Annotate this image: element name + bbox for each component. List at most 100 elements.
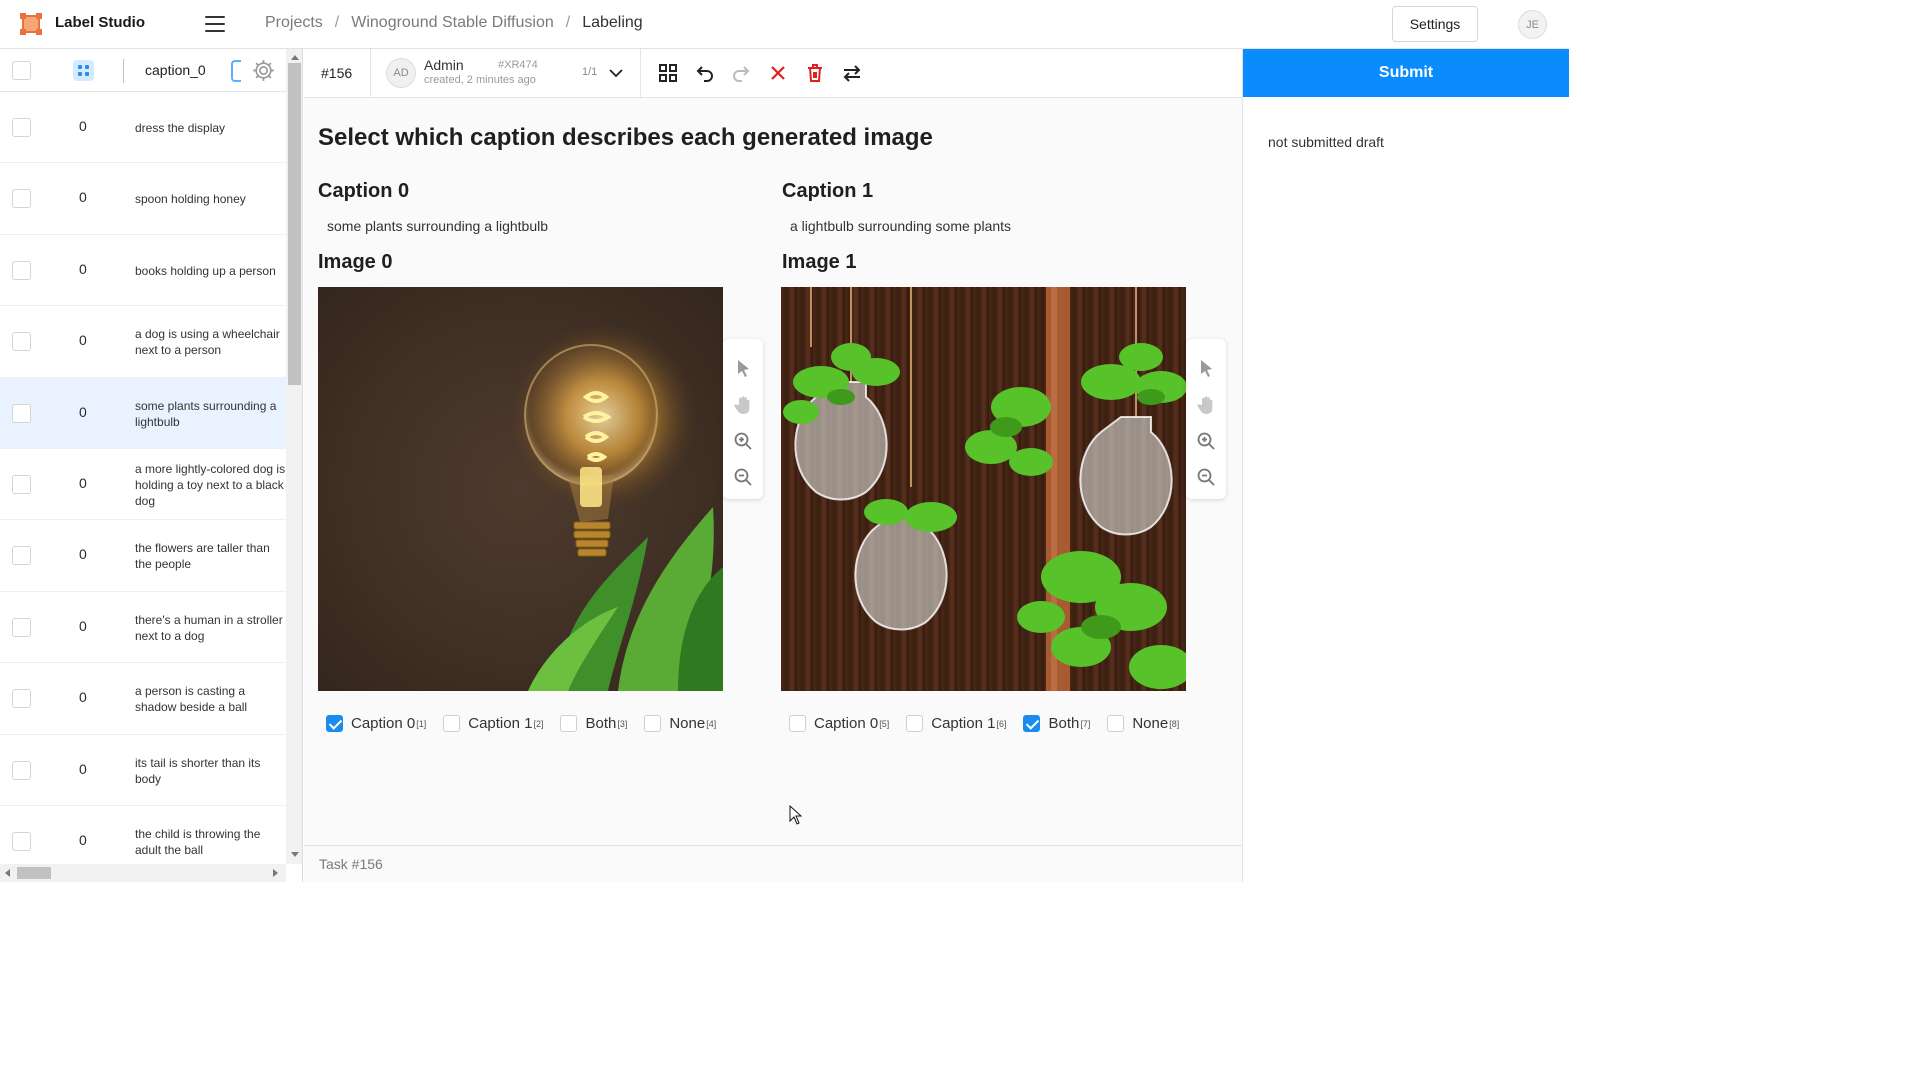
table-row[interactable]: 0 there's a human in a stroller next to a… — [0, 592, 286, 664]
redo-icon[interactable] — [730, 62, 752, 84]
table-row[interactable]: 0 dress the display — [0, 92, 286, 164]
row-checkbox[interactable] — [12, 617, 31, 637]
choice-option[interactable]: Caption 1 [6] — [906, 715, 1006, 732]
scroll-left-arrow-icon[interactable] — [5, 869, 10, 877]
choice-checkbox[interactable] — [326, 715, 343, 732]
zoom-in-icon[interactable] — [1195, 430, 1217, 452]
row-count: 0 — [79, 474, 87, 491]
row-checkbox[interactable] — [12, 831, 31, 851]
choice-checkbox[interactable] — [789, 715, 806, 732]
scrollbar-thumb[interactable] — [17, 867, 51, 879]
select-all-checkbox[interactable] — [12, 61, 31, 80]
choice-label: Caption 0 — [351, 715, 416, 732]
zoom-out-icon[interactable] — [732, 466, 754, 488]
menu-icon[interactable] — [205, 16, 225, 32]
image-1[interactable] — [781, 287, 1186, 691]
row-caption: dress the display — [135, 121, 226, 135]
gear-icon[interactable] — [251, 58, 276, 83]
scroll-right-arrow-icon[interactable] — [273, 869, 278, 877]
row-checkbox[interactable] — [12, 403, 31, 423]
row-count: 0 — [79, 546, 87, 563]
choice-checkbox[interactable] — [1023, 715, 1041, 732]
table-row[interactable]: 0 a person is casting a shadow beside a b… — [0, 663, 286, 735]
choice-option[interactable]: Caption 0 [5] — [789, 715, 889, 732]
image-0-choices: Caption 0 [1] Caption 1 [2] Both [3] None [4] — [326, 715, 733, 732]
table-row[interactable]: 0 the flowers are taller than the people — [0, 520, 286, 592]
chevron-down-icon[interactable] — [608, 65, 624, 81]
submit-button[interactable]: Submit — [1243, 49, 1569, 97]
row-checkbox[interactable] — [12, 260, 31, 280]
row-checkbox[interactable] — [12, 332, 31, 352]
row-checkbox[interactable] — [12, 760, 31, 780]
column-divider — [123, 59, 124, 83]
table-row[interactable]: 0 its tail is shorter than its body — [0, 735, 286, 806]
swap-arrows-icon[interactable] — [841, 62, 863, 84]
horizontal-scrollbar[interactable] — [0, 864, 286, 882]
caption-1-text: a lightbulb surrounding some plants — [790, 218, 1012, 234]
image-1-title: Image 1 — [782, 251, 857, 273]
label-studio-logo-icon[interactable] — [20, 13, 42, 35]
choice-option[interactable]: None [4] — [644, 715, 716, 732]
task-id: #156 — [321, 65, 353, 81]
choice-option[interactable]: Caption 1 [2] — [443, 715, 543, 732]
delete-trash-icon[interactable] — [804, 62, 826, 84]
choice-option[interactable]: Caption 0 [1] — [326, 715, 426, 732]
row-checkbox[interactable] — [12, 689, 31, 709]
vertical-scrollbar[interactable] — [286, 49, 302, 864]
choice-option[interactable]: Both [7] — [1023, 715, 1090, 732]
zoom-in-icon[interactable] — [732, 430, 754, 452]
row-checkbox[interactable] — [12, 118, 31, 137]
column-resize-handle[interactable] — [231, 60, 241, 82]
table-row[interactable]: 0 books holding up a person — [0, 235, 286, 307]
choice-checkbox[interactable] — [906, 715, 924, 732]
table-row[interactable]: 0 some plants surrounding a lightbulb — [0, 377, 286, 449]
image-0[interactable] — [318, 287, 723, 691]
table-row[interactable]: 0 a dog is using a wheelchair next to a p… — [0, 306, 286, 378]
undo-icon[interactable] — [694, 62, 716, 84]
choice-checkbox[interactable] — [644, 715, 662, 732]
choice-hotkey: [2] — [533, 718, 544, 729]
task-heading: Select which caption describes each gene… — [318, 124, 933, 151]
choice-checkbox[interactable] — [1107, 715, 1125, 732]
choice-hotkey: [4] — [706, 718, 717, 729]
choice-label: Both — [1048, 715, 1080, 732]
choice-option[interactable]: Both [3] — [560, 715, 627, 732]
image-1-choices: Caption 0 [5] Caption 1 [6] Both [7] None [8] — [789, 715, 1196, 732]
row-count: 0 — [79, 403, 87, 420]
column-header-caption[interactable]: caption_0 — [145, 62, 206, 78]
user-avatar[interactable]: JE — [1518, 10, 1547, 39]
pan-hand-icon[interactable] — [1195, 394, 1217, 416]
grid-view-icon[interactable] — [657, 62, 679, 84]
zoom-out-icon[interactable] — [1195, 466, 1217, 488]
row-caption: the child is throwing the adult the ball — [135, 826, 261, 857]
row-caption: spoon holding honey — [135, 192, 246, 207]
row-checkbox[interactable] — [12, 189, 31, 209]
scroll-down-arrow-icon[interactable] — [291, 852, 299, 857]
breadcrumb-project[interactable]: Winoground Stable Diffusion — [351, 14, 554, 31]
draft-status: not submitted draft — [1268, 134, 1384, 150]
table-row[interactable]: 0 a more lightly-colored dog is holding a… — [0, 449, 286, 521]
choice-label: None — [669, 715, 706, 732]
pointer-select-icon[interactable] — [732, 357, 754, 379]
pointer-select-icon[interactable] — [1195, 357, 1217, 379]
row-caption: a dog is using a wheelchair next to a pe… — [135, 327, 280, 358]
settings-button[interactable]: Settings — [1392, 6, 1478, 42]
scrollbar-thumb[interactable] — [288, 63, 301, 385]
row-checkbox[interactable] — [12, 546, 31, 566]
scroll-up-arrow-icon[interactable] — [291, 55, 299, 60]
choice-checkbox[interactable] — [443, 715, 461, 732]
pan-hand-icon[interactable] — [732, 394, 754, 416]
breadcrumb-projects[interactable]: Projects — [265, 14, 323, 31]
toolbar-divider — [640, 49, 641, 98]
row-count: 0 — [79, 260, 87, 277]
choice-label: Both — [585, 715, 617, 732]
reset-close-icon[interactable] — [767, 62, 789, 84]
task-id-column-icon[interactable] — [73, 60, 94, 81]
table-row[interactable]: 0 spoon holding honey — [0, 163, 286, 235]
choice-checkbox[interactable] — [560, 715, 578, 732]
row-caption: there's a human in a stroller next to a … — [135, 612, 283, 643]
row-checkbox[interactable] — [12, 474, 31, 494]
choice-option[interactable]: None [8] — [1107, 715, 1179, 732]
row-count: 0 — [79, 617, 87, 634]
choice-hotkey: [7] — [1080, 718, 1091, 729]
